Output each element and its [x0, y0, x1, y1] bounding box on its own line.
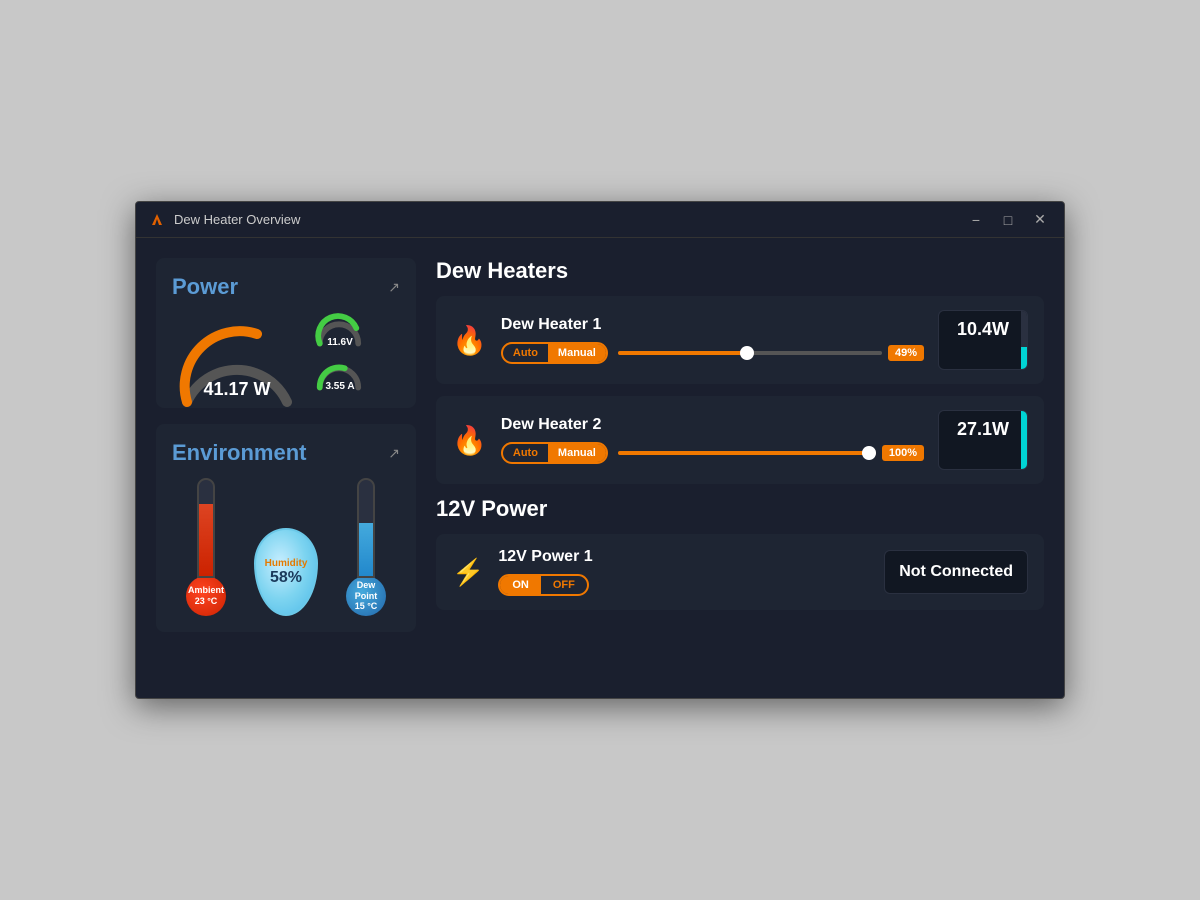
heater-card-1: 🔥 Dew Heater 1 Auto Manual 49%	[436, 296, 1044, 384]
current-value: 3.55 A	[325, 381, 354, 392]
voltage-gauge: 11.6V	[314, 312, 366, 348]
v12-card-1: ⚡ 12V Power 1 ON OFF Not Connected	[436, 534, 1044, 610]
v12-title: 12V Power	[436, 496, 1044, 522]
heater-2-power-bar-bg	[1021, 411, 1027, 469]
v12-status-text: Not Connected	[899, 563, 1013, 580]
ambient-thermo-body: Ambient 23 °C	[186, 478, 226, 616]
app-icon	[148, 211, 166, 229]
voltage-arc: 11.6V	[314, 312, 366, 348]
dewpoint-fill	[359, 523, 373, 576]
close-button[interactable]: ✕	[1028, 208, 1052, 232]
heater-1-slider[interactable]	[618, 351, 882, 355]
heater-1-slider-container: 49%	[618, 345, 924, 361]
v12-name: 12V Power 1	[498, 548, 870, 566]
humidity-bubble: Humidity 58%	[254, 528, 318, 616]
minimize-button[interactable]: −	[964, 208, 988, 232]
dewpoint-thermo-body: Dew Point 15 °C	[346, 478, 386, 616]
power-header: Power ↗	[172, 274, 400, 300]
heater-2-auto-btn[interactable]: Auto	[503, 444, 548, 462]
ambient-value: 23 °C	[195, 596, 218, 607]
heater-1-power-bar-fill	[1021, 347, 1027, 369]
heater-1-flame-icon: 🔥	[452, 324, 487, 357]
power-section: Power ↗ 41.17 W	[156, 258, 416, 408]
heater-1-mode-toggle: Auto Manual	[501, 342, 608, 364]
heater-1-power-display: 10.4W	[938, 310, 1028, 370]
heater-2-slider[interactable]	[618, 451, 876, 455]
ambient-bulb: Ambient 23 °C	[186, 576, 226, 616]
heater-1-power-bar-bg	[1021, 311, 1027, 369]
titlebar: Dew Heater Overview − □ ✕	[136, 202, 1064, 238]
maximize-button[interactable]: □	[996, 208, 1020, 232]
dewpoint-bulb: Dew Point 15 °C	[346, 576, 386, 616]
v12-info: 12V Power 1 ON OFF	[498, 548, 870, 596]
heater-2-slider-value: 100%	[882, 445, 924, 461]
heater-1-info: Dew Heater 1 Auto Manual 49%	[501, 316, 924, 364]
left-panel: Power ↗ 41.17 W	[156, 258, 416, 678]
voltage-value: 11.6V	[327, 337, 353, 348]
window-title: Dew Heater Overview	[174, 212, 964, 227]
v12-on-off-toggle: ON OFF	[498, 574, 589, 596]
v12-on-btn[interactable]: ON	[500, 576, 541, 594]
current-gauge: 3.55 A	[314, 356, 366, 392]
dewpoint-thermometer: Dew Point 15 °C	[346, 478, 386, 616]
v12-off-btn[interactable]: OFF	[541, 576, 587, 594]
env-external-link[interactable]: ↗	[388, 445, 400, 462]
dewpoint-value: 15 °C	[355, 601, 378, 612]
heater-2-slider-container: 100%	[618, 445, 924, 461]
ambient-label: Ambient	[188, 585, 224, 596]
heater-2-power-display: 27.1W	[938, 410, 1028, 470]
power-value: 41.17 W	[203, 379, 270, 400]
heater-1-manual-btn[interactable]: Manual	[548, 344, 606, 362]
power-gauge: 41.17 W	[172, 312, 302, 392]
heater-2-power-value: 27.1W	[957, 419, 1009, 439]
humidity-container: Humidity 58%	[254, 528, 318, 616]
dewpoint-label: Dew Point	[346, 580, 386, 602]
heater-1-name: Dew Heater 1	[501, 316, 924, 334]
sub-gauges: 11.6V 3.55 A	[314, 312, 366, 392]
heater-card-2: 🔥 Dew Heater 2 Auto Manual 100%	[436, 396, 1044, 484]
current-arc: 3.55 A	[314, 356, 366, 392]
heater-1-power-value: 10.4W	[957, 319, 1009, 339]
heater-1-slider-value: 49%	[888, 345, 924, 361]
humidity-value: 58%	[270, 569, 302, 587]
heater-2-info: Dew Heater 2 Auto Manual 100%	[501, 416, 924, 464]
env-header: Environment ↗	[172, 440, 400, 466]
main-window: Dew Heater Overview − □ ✕ Power ↗	[135, 201, 1065, 699]
dewpoint-tube	[357, 478, 375, 578]
dew-heaters-title: Dew Heaters	[436, 258, 1044, 284]
v12-status-display: Not Connected	[884, 550, 1028, 594]
ambient-fill	[199, 504, 213, 576]
humidity-label: Humidity	[265, 558, 308, 569]
environment-section: Environment ↗ Ambient 23 °C	[156, 424, 416, 632]
content-area: Power ↗ 41.17 W	[136, 238, 1064, 698]
gauge-container: 41.17 W 11.6V	[172, 312, 400, 392]
heater-1-controls: Auto Manual 49%	[501, 342, 924, 364]
env-title: Environment	[172, 440, 306, 466]
heater-2-power-bar-fill	[1021, 411, 1027, 469]
v12-bolt-icon: ⚡	[452, 557, 484, 588]
power-title: Power	[172, 274, 238, 300]
heater-2-mode-toggle: Auto Manual	[501, 442, 608, 464]
right-panel: Dew Heaters 🔥 Dew Heater 1 Auto Manual 4…	[436, 258, 1044, 678]
env-gauges: Ambient 23 °C Humidity 58%	[172, 478, 400, 616]
heater-2-controls: Auto Manual 100%	[501, 442, 924, 464]
window-controls: − □ ✕	[964, 208, 1052, 232]
power-external-link[interactable]: ↗	[388, 279, 400, 296]
heater-2-name: Dew Heater 2	[501, 416, 924, 434]
heater-2-manual-btn[interactable]: Manual	[548, 444, 606, 462]
heater-1-auto-btn[interactable]: Auto	[503, 344, 548, 362]
ambient-thermometer: Ambient 23 °C	[186, 478, 226, 616]
heater-2-flame-icon: 🔥	[452, 424, 487, 457]
v12-section: 12V Power ⚡ 12V Power 1 ON OFF Not Conne…	[436, 496, 1044, 610]
ambient-tube	[197, 478, 215, 578]
